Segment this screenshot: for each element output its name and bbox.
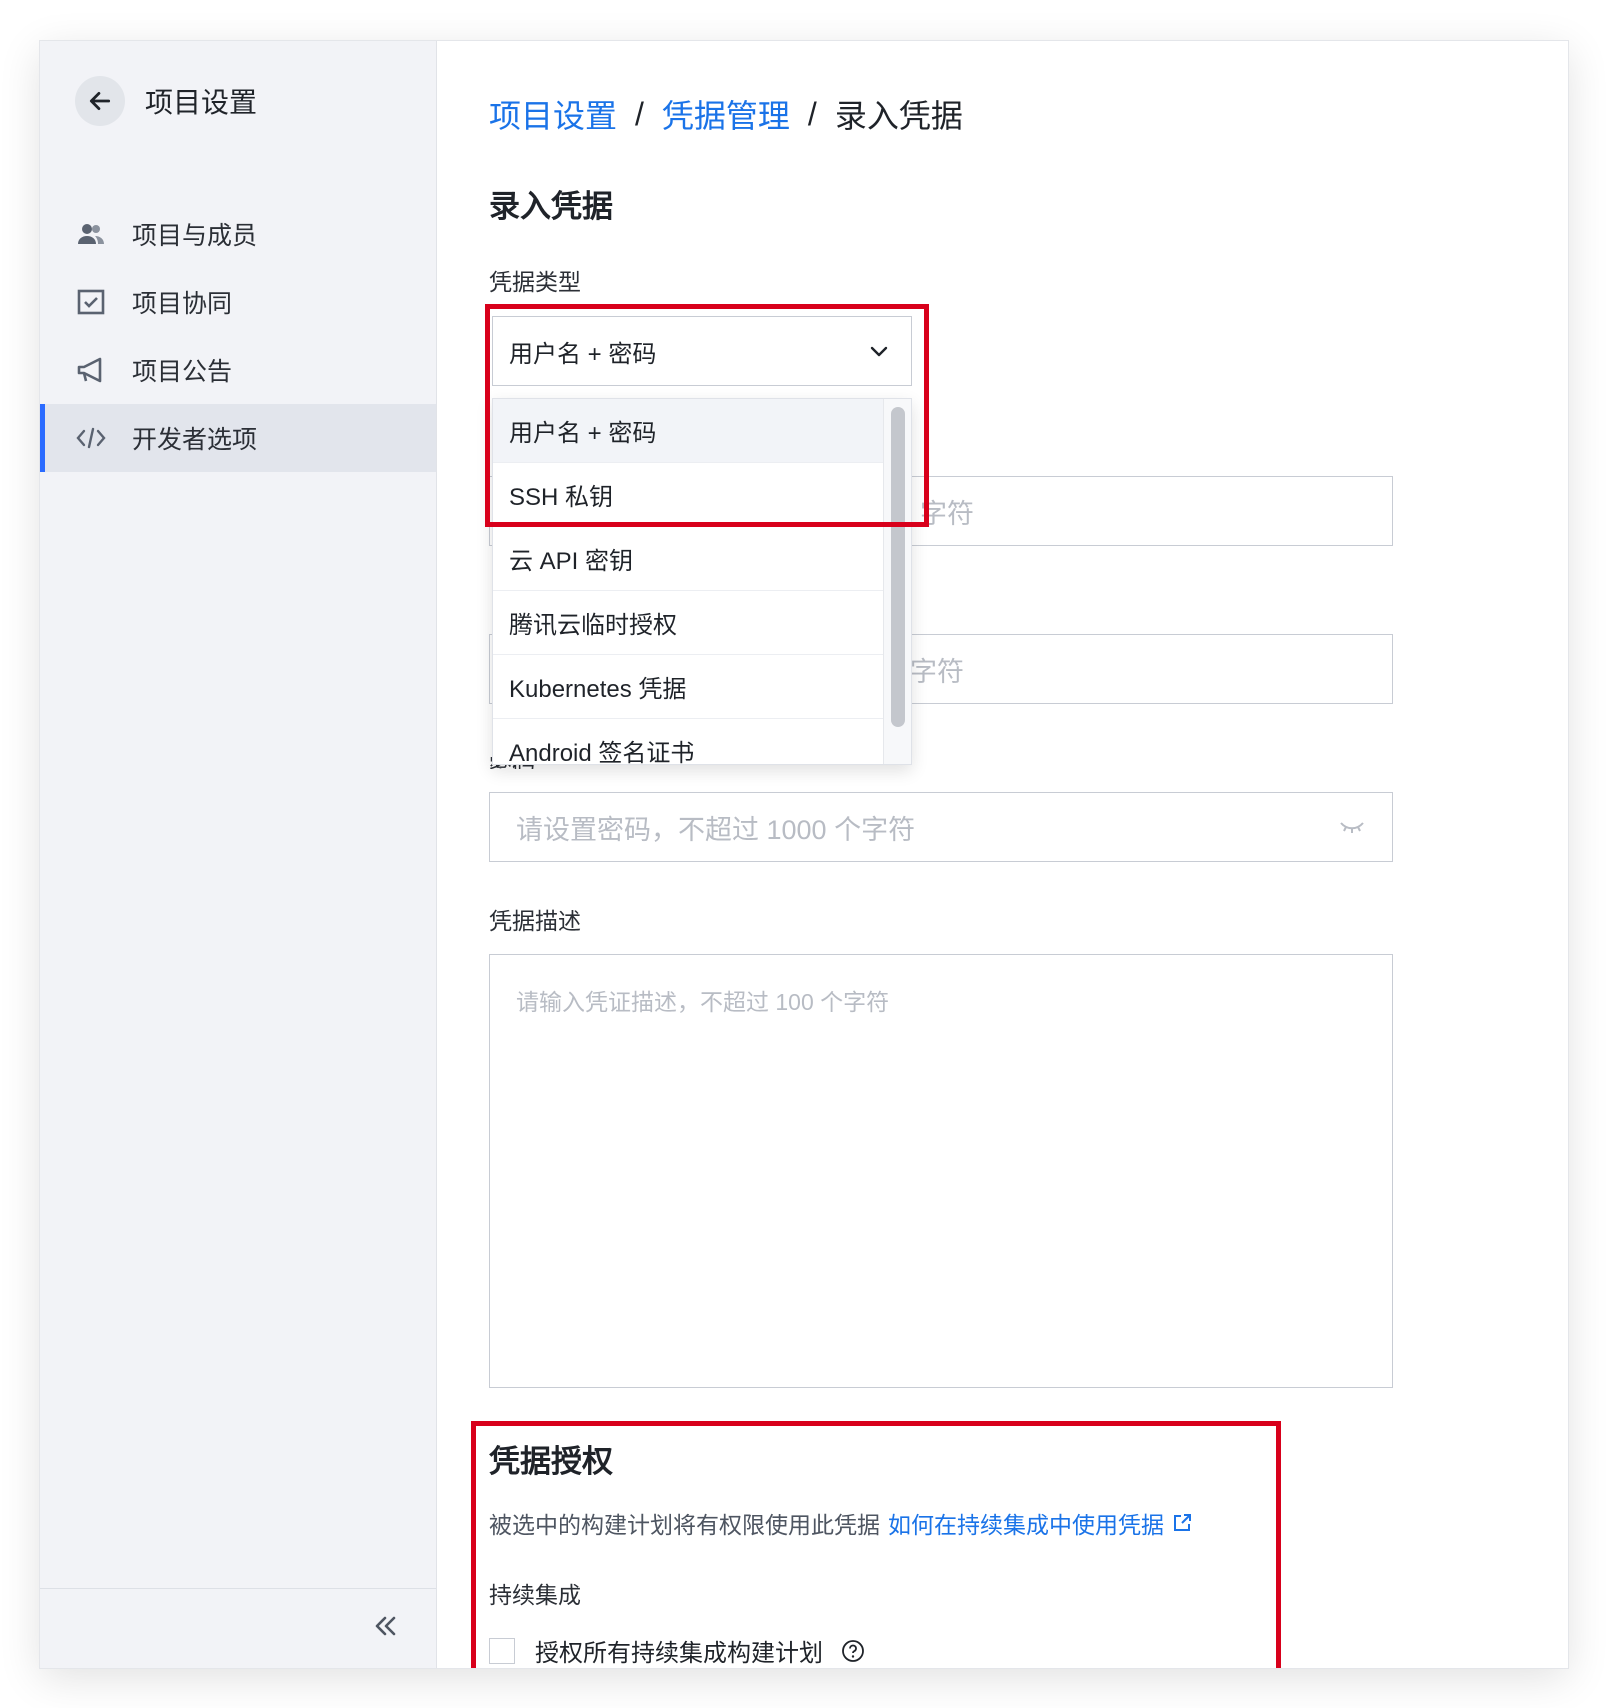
- sidebar: 项目设置 项目与成员 项目协同 项目公告 开发者选项: [40, 41, 437, 1668]
- credential-type-value: 用户名 + 密码: [509, 340, 657, 368]
- ci-label: 持续集成: [489, 1582, 581, 1608]
- credential-type-select[interactable]: 用户名 + 密码: [492, 316, 912, 386]
- sidebar-item-developer-options[interactable]: 开发者选项: [40, 404, 436, 472]
- dropdown-option-username-password[interactable]: 用户名 + 密码: [493, 399, 893, 463]
- megaphone-icon: [76, 355, 106, 385]
- page-title: 录入凭据: [489, 189, 613, 224]
- sidebar-menu: 项目与成员 项目协同 项目公告 开发者选项: [40, 200, 436, 472]
- ci-usage-help-link-text: 如何在持续集成中使用凭据: [888, 1512, 1164, 1538]
- password-field[interactable]: 请设置密码，不超过 1000 个字符: [489, 792, 1393, 862]
- description-textarea[interactable]: 请输入凭证描述，不超过 100 个字符: [489, 954, 1393, 1388]
- code-icon: [76, 423, 106, 453]
- app-window: 项目设置 项目与成员 项目协同 项目公告 开发者选项 项目设置 / 凭据管理 /…: [40, 41, 1568, 1668]
- authorization-title: 凭据授权: [489, 1444, 613, 1479]
- main-content: 项目设置 / 凭据管理 / 录入凭据 录入凭据 凭据类型 用户名 + 密码 字符…: [437, 41, 1568, 1668]
- ci-usage-help-link[interactable]: 如何在持续集成中使用凭据: [888, 1506, 1192, 1540]
- scrollbar-thumb[interactable]: [891, 407, 905, 727]
- sidebar-footer: [40, 1588, 436, 1668]
- users-icon: [76, 219, 106, 249]
- sidebar-item-label: 开发者选项: [132, 426, 258, 454]
- back-button[interactable]: [75, 76, 125, 126]
- dropdown-option-android-cert[interactable]: Android 签名证书: [493, 719, 893, 764]
- breadcrumb-current: 录入凭据: [834, 98, 963, 134]
- external-link-icon: [1174, 1514, 1191, 1531]
- dropdown-option-kubernetes[interactable]: Kubernetes 凭据: [493, 655, 893, 719]
- sidebar-title: 项目设置: [145, 87, 258, 118]
- breadcrumb-link-credentials[interactable]: 凭据管理: [662, 91, 790, 137]
- breadcrumb-link-project-settings[interactable]: 项目设置: [489, 91, 617, 137]
- authorization-description: 被选中的构建计划将有权限使用此凭据 如何在持续集成中使用凭据: [489, 1506, 1192, 1540]
- arrow-left-icon: [89, 92, 111, 110]
- credential-name-placeholder: 字符: [910, 656, 964, 687]
- sidebar-item-announcements[interactable]: 项目公告: [40, 336, 436, 404]
- question-circle-icon[interactable]: [841, 1639, 865, 1663]
- dropdown-option-cloud-api-key[interactable]: 云 API 密钥: [493, 527, 893, 591]
- sidebar-header: 项目设置: [75, 76, 257, 126]
- username-placeholder: 字符: [920, 498, 974, 529]
- sidebar-item-members[interactable]: 项目与成员: [40, 200, 436, 268]
- sidebar-item-collaboration[interactable]: 项目协同: [40, 268, 436, 336]
- sidebar-item-label: 项目协同: [132, 290, 233, 318]
- dropdown-scrollbar[interactable]: [883, 399, 911, 764]
- breadcrumb-separator: /: [807, 95, 817, 132]
- breadcrumb-separator: /: [635, 95, 644, 132]
- credential-type-dropdown: 用户名 + 密码 SSH 私钥 云 API 密钥 腾讯云临时授权 Kuberne…: [492, 398, 912, 765]
- authorization-desc-text: 被选中的构建计划将有权限使用此凭据: [489, 1512, 880, 1538]
- description-placeholder: 请输入凭证描述，不超过 100 个字符: [516, 989, 890, 1015]
- breadcrumb: 项目设置 / 凭据管理 / 录入凭据: [489, 91, 963, 137]
- double-chevron-left-icon[interactable]: [370, 1611, 400, 1641]
- credential-type-label: 凭据类型: [489, 269, 581, 295]
- eye-closed-icon[interactable]: [1338, 817, 1366, 837]
- password-placeholder: 请设置密码，不超过 1000 个字符: [516, 814, 916, 845]
- authorize-all-ci-label: 授权所有持续集成构建计划: [535, 1640, 823, 1667]
- sidebar-item-label: 项目与成员: [132, 222, 258, 250]
- authorize-all-ci-checkbox[interactable]: [489, 1637, 515, 1664]
- dropdown-option-tencent-temp-auth[interactable]: 腾讯云临时授权: [493, 591, 893, 655]
- authorize-all-ci-row: 授权所有持续集成构建计划: [489, 1633, 865, 1668]
- description-label: 凭据描述: [489, 908, 581, 934]
- chevron-down-icon: [870, 346, 888, 357]
- sidebar-item-label: 项目公告: [132, 358, 233, 386]
- checkbox-square-icon: [76, 287, 106, 317]
- dropdown-option-ssh-key[interactable]: SSH 私钥: [493, 463, 893, 527]
